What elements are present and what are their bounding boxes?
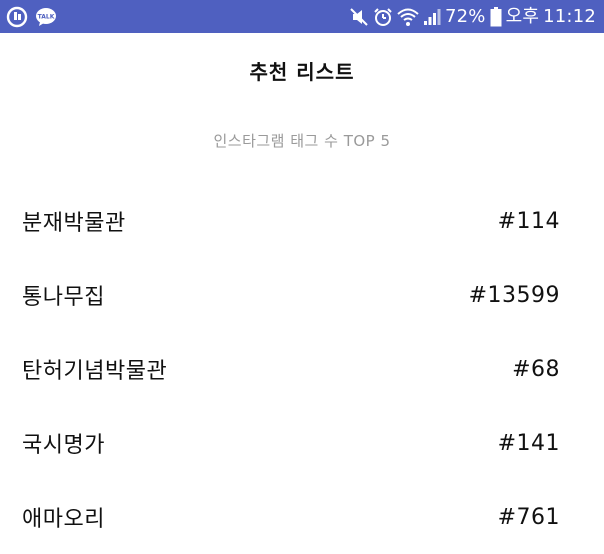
list-item[interactable]: 탄허기념박물관 #68 bbox=[0, 332, 604, 406]
list-item-name: 애마오리 bbox=[22, 507, 105, 532]
list-subtitle: 인스타그램 태그 수 TOP 5 bbox=[213, 132, 391, 150]
kakaotalk-badge-text: TALK bbox=[38, 13, 55, 20]
list-item[interactable]: 애마오리 #761 bbox=[0, 480, 604, 554]
signal-icon bbox=[423, 8, 441, 26]
status-ampm: 오후 bbox=[505, 5, 540, 27]
status-time: 11:12 bbox=[543, 5, 596, 27]
list-item-name: 탄허기념박물관 bbox=[22, 359, 168, 384]
list-item[interactable]: 국시명가 #141 bbox=[0, 406, 604, 480]
wifi-icon bbox=[397, 7, 419, 27]
list-item-name: 통나무집 bbox=[22, 285, 105, 310]
list-item-name: 분재박물관 bbox=[22, 211, 126, 236]
mute-icon bbox=[349, 7, 369, 27]
list-item-tag-count: #114 bbox=[497, 208, 560, 234]
status-bar-right: 72% 오후 11:12 bbox=[349, 5, 596, 27]
list-item[interactable]: 통나무집 #13599 bbox=[0, 258, 604, 332]
alarm-icon bbox=[373, 7, 393, 27]
battery-icon bbox=[490, 6, 502, 27]
app-header: 추천 리스트 bbox=[0, 33, 604, 107]
list-item-tag-count: #141 bbox=[497, 430, 560, 456]
list-item-tag-count: #68 bbox=[512, 356, 560, 382]
battery-percent: 72% bbox=[444, 5, 486, 27]
status-bar-left: TALK bbox=[6, 6, 58, 28]
page-title: 추천 리스트 bbox=[249, 59, 355, 84]
recommendation-list: 분재박물관 #114 통나무집 #13599 탄허기념박물관 #68 국시명가 … bbox=[0, 184, 604, 554]
list-item[interactable]: 분재박물관 #114 bbox=[0, 184, 604, 258]
list-item-name: 국시명가 bbox=[22, 433, 105, 458]
kakaotalk-icon: TALK bbox=[34, 7, 58, 27]
app-notification-icon bbox=[6, 6, 28, 28]
list-item-tag-count: #761 bbox=[497, 504, 560, 530]
status-bar: TALK 72% 오후 11:12 bbox=[0, 0, 604, 33]
list-item-tag-count: #13599 bbox=[468, 282, 560, 308]
